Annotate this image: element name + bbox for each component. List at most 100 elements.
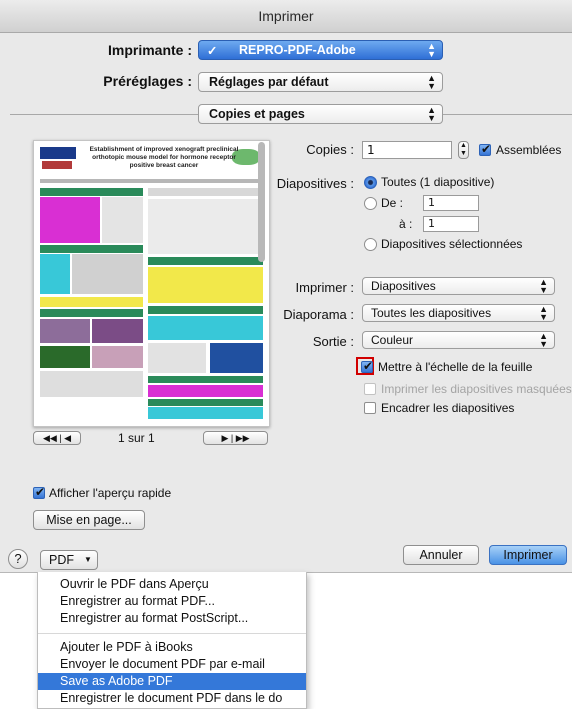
preview-scrollbar[interactable] [258,142,265,262]
quick-preview-checkbox[interactable] [33,485,45,499]
logo-block [40,147,76,159]
all-slides-label: Toutes (1 diapositive) [381,175,495,189]
print-hidden-checkbox[interactable] [364,383,376,395]
menu-item-save-pdf-to-folder[interactable]: Enregistrer le document PDF dans le do [38,690,306,707]
printer-value: REPRO-PDF-Adobe [239,43,356,57]
poster-block [40,346,90,368]
all-slides-radio[interactable] [364,176,377,189]
poster-block [92,319,143,343]
window-title: Imprimer [258,8,314,24]
presets-value: Réglages par défaut [209,75,329,89]
slides-label: Diapositives : [276,176,354,191]
menu-item-save-as-adobe-pdf[interactable]: Save as Adobe PDF [38,673,306,690]
selected-slides-label: Diapositives sélectionnées [381,237,523,251]
slideshow-value: Toutes les diapositives [371,306,492,320]
section-popup[interactable]: Copies et pages ▲ ▼ [198,104,443,124]
menu-item-open-in-preview[interactable]: Ouvrir le PDF dans Aperçu [38,576,306,593]
popup-arrows-icon: ▲ ▼ [539,277,548,295]
print-what-value: Diapositives [371,279,436,293]
pdf-dropdown-menu: Ouvrir le PDF dans Aperçu Enregistrer au… [37,572,307,709]
poster-header [148,306,263,314]
poster-block [92,346,143,368]
print-what-label: Imprimer : [295,280,355,295]
poster-figure [148,343,206,373]
printer-check-icon: ✓ [207,44,218,58]
poster-block [148,385,263,397]
from-field[interactable]: 1 [423,195,479,211]
copies-field[interactable]: 1 [362,141,452,159]
next-last-page-buttons[interactable]: ▶ | ▶▶ [203,431,268,445]
poster-block [40,371,143,397]
collated-checkbox[interactable] [479,142,491,156]
scale-to-fit-label: Mettre à l'échelle de la feuille [378,360,533,374]
output-label: Sortie : [312,334,354,349]
selected-slides-radio[interactable] [364,238,377,251]
quick-preview-label: Afficher l'aperçu rapide [49,486,172,500]
page-indicator: 1 sur 1 [118,431,155,445]
print-what-popup[interactable]: Diapositives ▲ ▼ [362,277,555,295]
printer-popup[interactable]: ✓ REPRO-PDF-Adobe ▲ ▼ [198,40,443,60]
frame-slides-label: Encadrer les diapositives [381,401,515,415]
menu-item-save-as-pdf[interactable]: Enregistrer au format PDF... [38,593,306,610]
poster-block [72,254,143,294]
poster-header [40,309,143,317]
presets-popup[interactable]: Réglages par défaut ▲ ▼ [198,72,443,92]
pdf-button-label: PDF [49,553,74,567]
from-label: De : [381,196,404,210]
popup-arrows-icon: ▲ ▼ [539,331,548,349]
slideshow-label: Diaporama : [283,307,354,322]
frame-slides-checkbox[interactable] [364,402,376,414]
print-button[interactable]: Imprimer [489,545,567,565]
to-field[interactable]: 1 [423,216,479,232]
poster-block [40,254,70,294]
slideshow-popup[interactable]: Toutes les diapositives ▲ ▼ [362,304,555,322]
collated-label: Assemblées [496,143,562,157]
first-prev-page-buttons[interactable]: ◀◀ | ◀ [33,431,81,445]
pdf-menu-button[interactable]: PDF ▼ [40,550,98,570]
poster-header [148,376,263,383]
popup-arrows-icon: ▲ ▼ [427,41,436,59]
page-setup-button[interactable]: Mise en page... [33,510,145,530]
section-divider-left [10,114,198,115]
logo-block [42,161,72,169]
copies-stepper[interactable]: ▲ ▼ [458,141,469,159]
poster-block [148,316,263,340]
print-hidden-label: Imprimer les diapositives masquées [381,382,572,396]
print-dialog: Imprimer Imprimante : ✓ REPRO-PDF-Adobe … [0,0,572,573]
output-value: Couleur [371,333,414,347]
output-popup[interactable]: Couleur ▲ ▼ [362,331,555,349]
poster-block [40,297,143,307]
poster-header [40,188,143,196]
section-value: Copies et pages [209,107,305,121]
menu-item-email-pdf[interactable]: Envoyer le document PDF par e-mail [38,656,306,673]
popup-arrows-icon: ▲ ▼ [427,105,436,123]
help-button[interactable]: ? [8,549,28,569]
menu-item-add-to-ibooks[interactable]: Ajouter le PDF à iBooks [38,639,306,656]
popup-arrows-icon: ▲ ▼ [539,304,548,322]
copies-label: Copies : [306,142,354,157]
to-label: à : [399,217,413,231]
title-bar: Imprimer [0,0,572,33]
poster-figure [210,343,263,373]
menu-item-save-as-postscript[interactable]: Enregistrer au format PostScript... [38,610,306,627]
poster-authors [40,179,263,183]
poster-block [102,197,143,243]
poster-image: Establishment of improved xenograft prec… [34,141,269,426]
presets-label: Préréglages : [103,73,192,89]
printer-label: Imprimante : [107,42,192,58]
popup-arrows-icon: ▲ ▼ [427,73,436,91]
poster-block [148,188,263,196]
poster-header [40,245,143,253]
preview-thumbnail: Establishment of improved xenograft prec… [33,140,270,427]
menu-separator [38,633,306,634]
poster-figure [148,199,263,254]
section-divider-right [443,114,572,115]
poster-block [40,319,90,343]
from-slides-radio[interactable] [364,197,377,210]
poster-title: Establishment of improved xenograft prec… [89,146,239,169]
scale-to-fit-checkbox[interactable] [361,359,373,373]
cancel-button[interactable]: Annuler [403,545,479,565]
chevron-down-icon: ▼ [84,555,92,564]
poster-header [148,257,263,265]
poster-header [148,399,263,406]
